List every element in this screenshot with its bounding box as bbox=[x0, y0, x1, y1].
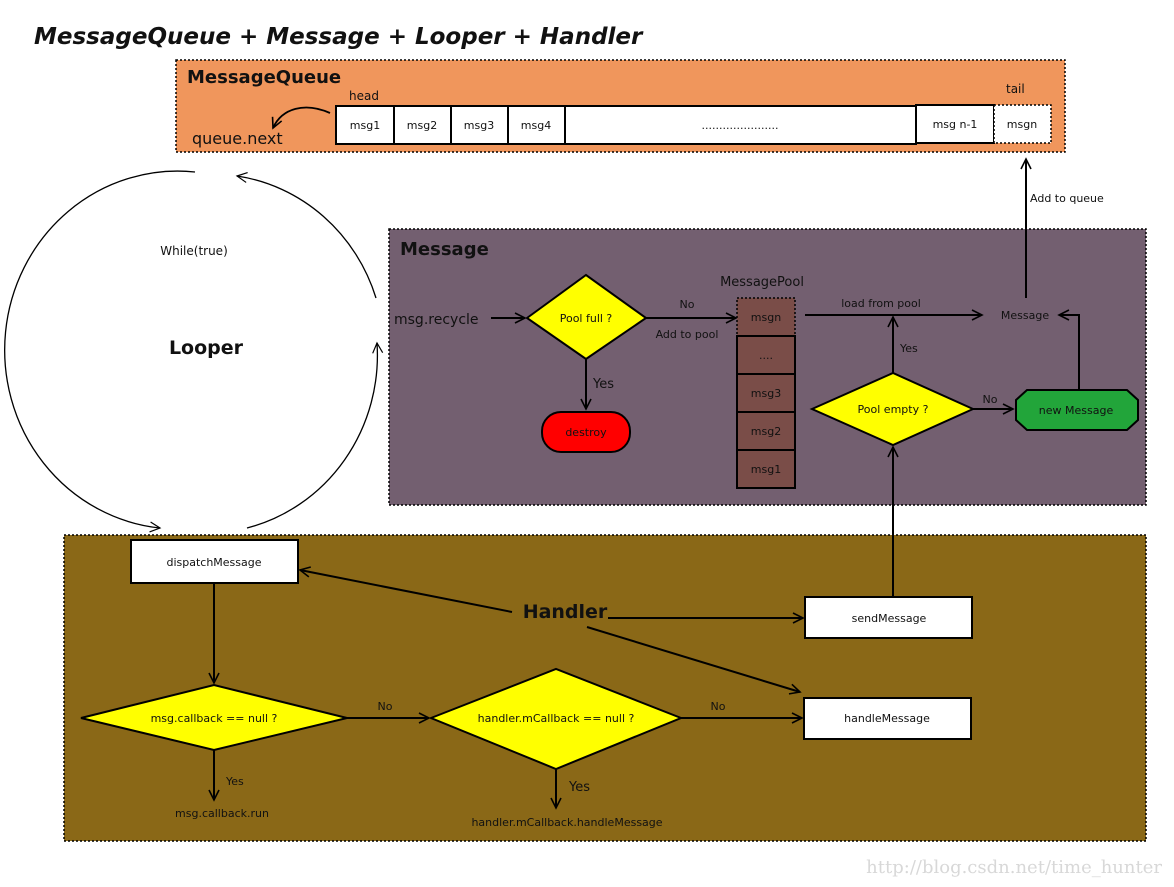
pool-empty-no-label: No bbox=[983, 393, 998, 406]
looper-label: Looper bbox=[169, 337, 244, 359]
queue-cells: msg1 msg2 msg3 msg4 ....................… bbox=[335, 104, 1052, 145]
diagram-title: MessageQueue + Message + Looper + Handle… bbox=[34, 24, 644, 50]
mcallback-no-label: No bbox=[711, 700, 726, 713]
message-label: Message bbox=[400, 239, 489, 260]
pool-cell-text: msg1 bbox=[751, 463, 781, 476]
message-pool-title: MessagePool bbox=[720, 275, 804, 290]
mcallback-null-text: handler.mCallback == null ? bbox=[478, 712, 635, 725]
pool-empty-yes-label: Yes bbox=[899, 342, 918, 355]
pool-full-no-label: No bbox=[680, 298, 695, 311]
message-queue-label: MessageQueue bbox=[187, 67, 341, 88]
message-queue-panel: MessageQueue head tail queue.next msg1 m… bbox=[175, 59, 1066, 153]
pool-full-text: Pool full ? bbox=[560, 312, 613, 325]
handler-label: Handler bbox=[523, 601, 608, 623]
queue-cell-text: msg1 bbox=[350, 119, 380, 132]
destroy-text: destroy bbox=[565, 426, 607, 439]
new-message-text: new Message bbox=[1039, 404, 1114, 417]
msg-recycle-label: msg.recycle bbox=[394, 312, 479, 328]
looper-arc-left bbox=[3, 170, 196, 533]
add-to-pool-label: Add to pool bbox=[656, 328, 719, 341]
mcallback-yes-label: Yes bbox=[568, 780, 590, 795]
handle-message-text: handleMessage bbox=[844, 712, 930, 725]
mcallback-handle-text: handler.mCallback.handleMessage bbox=[471, 816, 662, 829]
message-pool-stack: msgn .... msg3 msg2 msg1 bbox=[736, 297, 796, 489]
handler-panel: dispatchMessage Handler sendMessage hand… bbox=[63, 445, 1147, 842]
queue-cell-text: msgn bbox=[1007, 118, 1037, 131]
watermark: http://blog.csdn.net/time_hunter bbox=[866, 857, 1162, 878]
diagram-canvas: MessageQueue + Message + Looper + Handle… bbox=[3, 24, 1162, 878]
callback-null-text: msg.callback == null ? bbox=[151, 712, 278, 725]
queue-cell-text: msg n-1 bbox=[933, 118, 978, 131]
pool-cell-text: .... bbox=[759, 349, 773, 362]
pool-cell-text: msg2 bbox=[751, 425, 781, 438]
queue-next-label: queue.next bbox=[192, 129, 283, 148]
tail-label: tail bbox=[1006, 82, 1025, 96]
pool-cell-text: msg3 bbox=[751, 387, 781, 400]
message-node: Message bbox=[1001, 309, 1049, 322]
looper-arc-right-upper bbox=[235, 171, 377, 299]
callback-no-label: No bbox=[378, 700, 393, 713]
head-label: head bbox=[349, 89, 379, 103]
queue-cell-text: msg2 bbox=[407, 119, 437, 132]
looper-loop: While(true) Looper bbox=[3, 170, 384, 533]
while-true-label: While(true) bbox=[160, 244, 228, 258]
callback-run-text: msg.callback.run bbox=[175, 807, 269, 820]
message-panel: Message msg.recycle Pool full ? No Add t… bbox=[388, 228, 1147, 506]
dispatch-message-text: dispatchMessage bbox=[166, 556, 261, 569]
send-message-text: sendMessage bbox=[852, 612, 927, 625]
pool-full-yes-label: Yes bbox=[592, 377, 614, 392]
queue-cell-text: msg3 bbox=[464, 119, 494, 132]
queue-cell-text: msg4 bbox=[521, 119, 551, 132]
callback-yes-label: Yes bbox=[225, 775, 244, 788]
looper-arc-right-lower bbox=[246, 341, 384, 529]
queue-cell-text: ...................... bbox=[702, 119, 779, 132]
load-from-pool-label: load from pool bbox=[841, 297, 921, 310]
add-to-queue-label: Add to queue bbox=[1030, 192, 1104, 205]
pool-cell-text: msgn bbox=[751, 311, 781, 324]
pool-empty-text: Pool empty ? bbox=[858, 403, 929, 416]
